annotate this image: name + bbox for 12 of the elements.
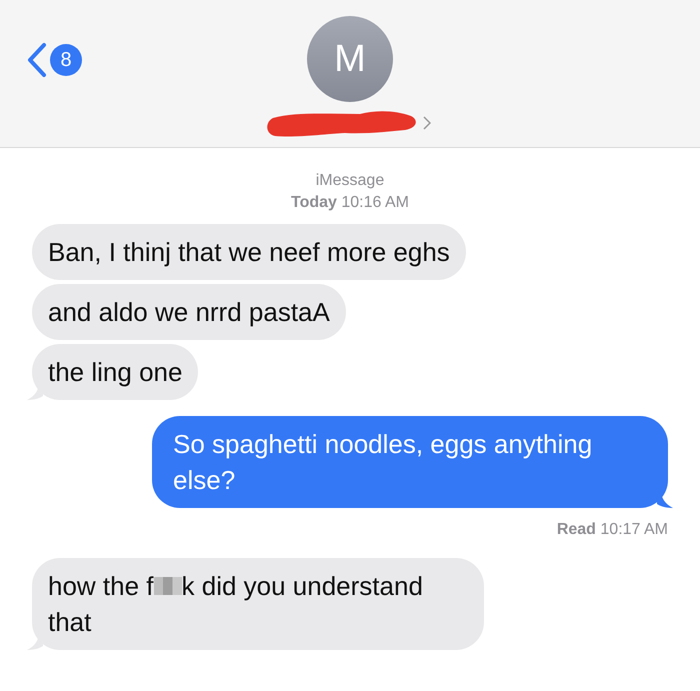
service-label: iMessage	[316, 171, 384, 191]
back-icon[interactable]	[26, 42, 48, 78]
message-text: Ban, I thinj that we neef more eghs	[48, 236, 450, 269]
chevron-right-icon[interactable]	[423, 116, 431, 130]
message-text: the ling one	[48, 356, 182, 389]
read-receipt: Read 10:17 AM	[556, 520, 668, 540]
unread-badge: 8	[50, 44, 82, 76]
message-text: how the f k did you understand that	[48, 570, 424, 639]
message-text: So spaghetti noodles, eggs anything else?	[173, 428, 594, 497]
message-text: and aldo we nrrd pastaA	[48, 296, 330, 329]
timestamp: Today 10:16 AM	[291, 193, 409, 213]
contact-avatar[interactable]: M	[307, 16, 393, 102]
